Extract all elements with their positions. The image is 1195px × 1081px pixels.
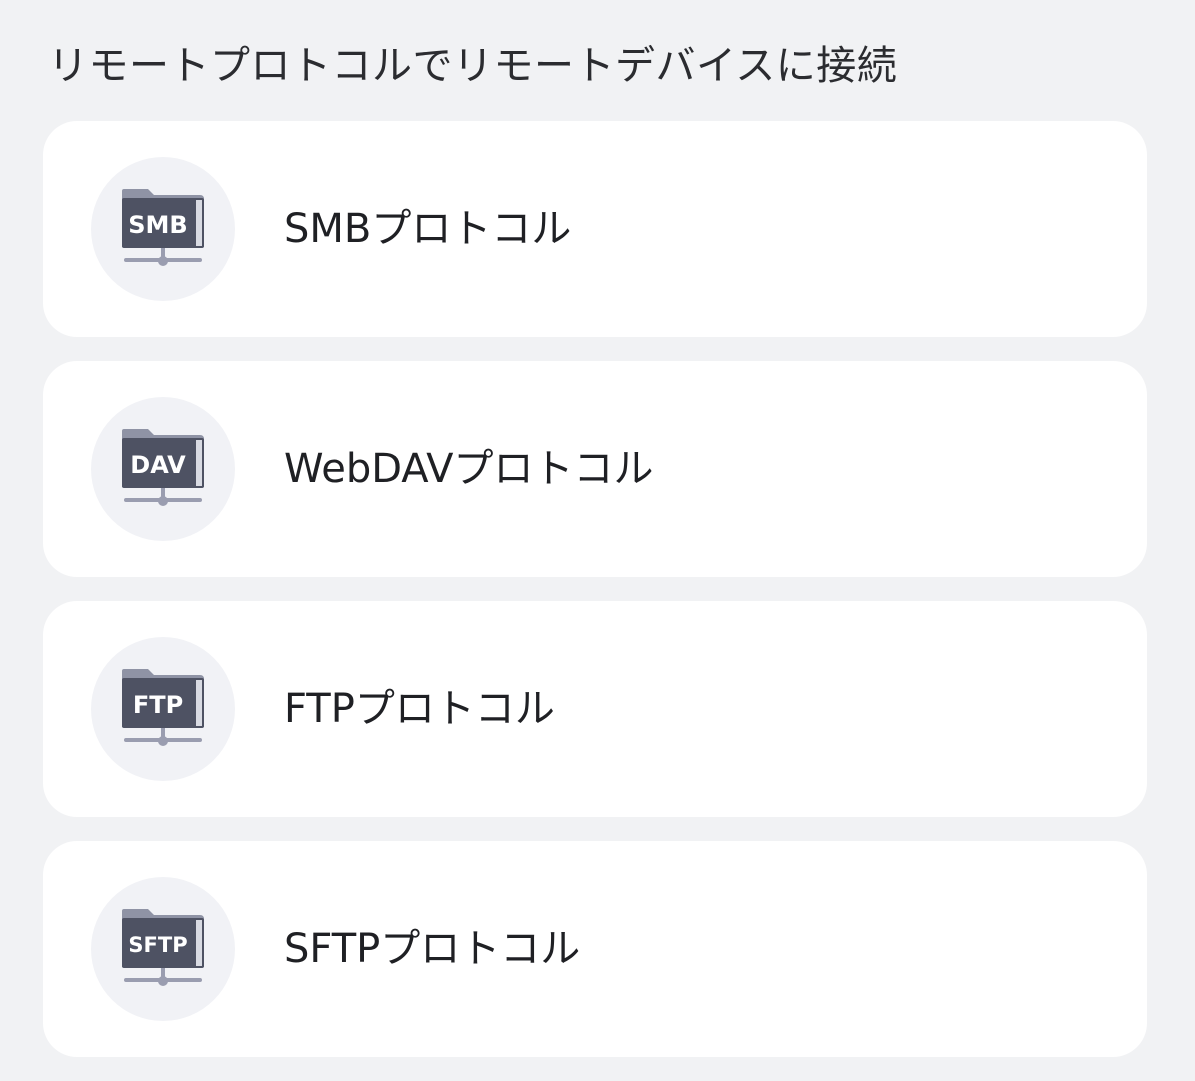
sftp-protocol-label: SFTPプロトコル	[284, 926, 581, 972]
webdav-protocol-label: WebDAVプロトコル	[284, 446, 654, 492]
sftp-protocol-item[interactable]: SFTP SFTPプロトコル	[43, 841, 1147, 1057]
ftp-protocol-label: FTPプロトコル	[284, 686, 555, 732]
smb-protocol-label: SMBプロトコル	[284, 206, 572, 252]
sftp-network-folder-icon: SFTP	[91, 877, 235, 1021]
ftp-protocol-item[interactable]: FTP FTPプロトコル	[43, 601, 1147, 817]
ftp-badge-text: FTP	[133, 691, 183, 719]
page-title: リモートプロトコルでリモートデバイスに接続	[48, 43, 898, 89]
smb-network-folder-icon: SMB	[91, 157, 235, 301]
smb-badge-text: SMB	[128, 211, 187, 239]
sftp-badge-text: SFTP	[128, 933, 187, 957]
protocol-list: SMB SMBプロトコル DAV WebDAVプロトコル FTP FTPプロトコ…	[43, 121, 1147, 1081]
smb-protocol-item[interactable]: SMB SMBプロトコル	[43, 121, 1147, 337]
webdav-protocol-item[interactable]: DAV WebDAVプロトコル	[43, 361, 1147, 577]
ftp-network-folder-icon: FTP	[91, 637, 235, 781]
dav-network-folder-icon: DAV	[91, 397, 235, 541]
dav-badge-text: DAV	[130, 451, 186, 479]
